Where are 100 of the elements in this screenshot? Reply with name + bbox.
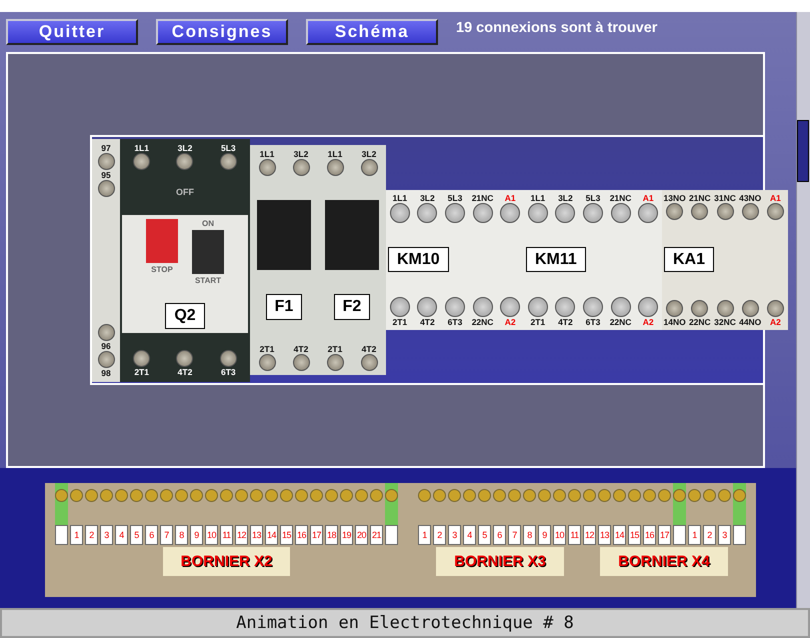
screw-icon bbox=[220, 350, 237, 368]
screw-icon bbox=[666, 203, 684, 220]
screw-icon bbox=[100, 489, 113, 502]
screw-icon bbox=[463, 489, 476, 502]
terminal-label: 6T3 bbox=[220, 367, 236, 378]
screw-icon bbox=[417, 203, 438, 223]
screw-icon bbox=[444, 203, 465, 223]
toolbar-button[interactable]: Quitter bbox=[6, 19, 138, 45]
terminal-label: 6T3 bbox=[448, 317, 462, 327]
screw-icon bbox=[598, 489, 611, 502]
terminal-label: 5L3 bbox=[586, 193, 600, 203]
screw-icon bbox=[280, 489, 293, 502]
terminal-number[interactable]: 8 bbox=[175, 525, 188, 545]
terminal-number[interactable]: 15 bbox=[280, 525, 293, 545]
terminal-block-label: BORNIER X3 bbox=[436, 547, 564, 576]
blank-terminal-field[interactable] bbox=[55, 525, 68, 545]
screw-icon bbox=[673, 489, 686, 502]
terminal-number[interactable]: 13 bbox=[598, 525, 611, 545]
screw-icon bbox=[265, 489, 278, 502]
terminal-number[interactable]: 4 bbox=[463, 525, 476, 545]
terminal-label: 22NC bbox=[688, 317, 711, 327]
terminal-label: 13NO bbox=[663, 193, 686, 203]
terminal-label: 4T2 bbox=[362, 344, 376, 354]
screw-icon bbox=[658, 489, 671, 502]
terminal-number[interactable]: 14 bbox=[265, 525, 278, 545]
terminal-number[interactable]: 8 bbox=[523, 525, 536, 545]
terminal-label: A2 bbox=[770, 317, 781, 327]
terminal-number[interactable]: 3 bbox=[448, 525, 461, 545]
terminal-number[interactable]: 16 bbox=[643, 525, 656, 545]
terminal-number[interactable]: 19 bbox=[340, 525, 353, 545]
terminal-label: 21NC bbox=[610, 193, 632, 203]
screw-icon bbox=[295, 489, 308, 502]
toolbar-button[interactable]: Schéma bbox=[306, 19, 438, 45]
terminal-number[interactable]: 13 bbox=[250, 525, 263, 545]
terminal-label: 2T1 bbox=[260, 344, 274, 354]
terminal-label: A2 bbox=[504, 317, 516, 327]
blank-terminal-field[interactable] bbox=[385, 525, 398, 545]
screw-icon bbox=[98, 324, 114, 340]
terminal-number[interactable]: 21 bbox=[370, 525, 383, 545]
screw-icon bbox=[742, 300, 759, 317]
terminal-number[interactable]: 3 bbox=[100, 525, 113, 545]
terminal-number[interactable]: 11 bbox=[220, 525, 233, 545]
terminal-number[interactable]: 5 bbox=[130, 525, 143, 545]
terminal-number[interactable]: 9 bbox=[190, 525, 203, 545]
terminal-number[interactable]: 15 bbox=[628, 525, 641, 545]
terminal-number[interactable]: 5 bbox=[478, 525, 491, 545]
screw-icon bbox=[610, 203, 631, 223]
terminal-number[interactable]: 18 bbox=[325, 525, 338, 545]
device-label: Q2 bbox=[165, 302, 205, 329]
screw-icon bbox=[175, 489, 188, 502]
toolbar-button[interactable]: Consignes bbox=[156, 19, 288, 45]
off-marking: OFF bbox=[176, 187, 194, 198]
terminal-number[interactable]: 10 bbox=[205, 525, 218, 545]
terminal-label: A1 bbox=[770, 193, 781, 203]
terminal-number[interactable]: 1 bbox=[70, 525, 83, 545]
screw-icon bbox=[500, 203, 520, 223]
terminal-number[interactable]: 10 bbox=[553, 525, 566, 545]
terminal-number[interactable]: 3 bbox=[718, 525, 731, 545]
screw-icon bbox=[176, 350, 194, 368]
terminal-number[interactable]: 1 bbox=[418, 525, 431, 545]
terminal-number[interactable]: 6 bbox=[493, 525, 506, 545]
terminal-label: 1L1 bbox=[260, 149, 274, 159]
terminal-number[interactable]: 17 bbox=[310, 525, 323, 545]
terminal-number[interactable]: 16 bbox=[295, 525, 308, 545]
blank-terminal-field[interactable] bbox=[733, 525, 746, 545]
screw-icon bbox=[613, 489, 626, 502]
screw-icon bbox=[583, 489, 596, 502]
terminal-number[interactable]: 14 bbox=[613, 525, 626, 545]
terminal-number[interactable]: 2 bbox=[85, 525, 98, 545]
screw-icon bbox=[390, 203, 410, 223]
terminal-number[interactable]: 20 bbox=[355, 525, 368, 545]
screw-icon bbox=[70, 489, 83, 502]
terminal-number[interactable]: 1 bbox=[688, 525, 701, 545]
screw-icon bbox=[390, 297, 410, 317]
terminal-number[interactable]: 2 bbox=[433, 525, 446, 545]
terminal-label: 95 bbox=[101, 170, 111, 180]
screw-icon bbox=[115, 489, 128, 502]
terminal-number[interactable]: 6 bbox=[145, 525, 158, 545]
terminal-number[interactable]: 4 bbox=[115, 525, 128, 545]
terminal-number[interactable]: 12 bbox=[235, 525, 248, 545]
terminal-label: 4T2 bbox=[178, 367, 192, 378]
terminal-label: 32NC bbox=[714, 317, 736, 327]
screw-icon bbox=[582, 297, 603, 317]
terminal-number[interactable]: 7 bbox=[508, 525, 521, 545]
terminal-label: 3L2 bbox=[178, 142, 192, 152]
terminal-number[interactable]: 7 bbox=[160, 525, 173, 545]
blank-terminal-field[interactable] bbox=[673, 525, 686, 545]
terminal-number[interactable]: 9 bbox=[538, 525, 551, 545]
terminal-number[interactable]: 11 bbox=[568, 525, 581, 545]
screw-icon bbox=[638, 203, 658, 223]
terminal-label: 2T1 bbox=[392, 317, 408, 327]
device-label: KM10 bbox=[388, 247, 449, 272]
terminal-number[interactable]: 2 bbox=[703, 525, 716, 545]
terminal-number[interactable]: 12 bbox=[583, 525, 596, 545]
terminal-number[interactable]: 17 bbox=[658, 525, 671, 545]
screw-icon bbox=[528, 203, 548, 223]
screw-icon bbox=[628, 489, 641, 502]
terminal-label: 1L1 bbox=[134, 142, 149, 152]
screw-icon bbox=[766, 203, 784, 220]
push-button-drawing bbox=[146, 218, 178, 263]
